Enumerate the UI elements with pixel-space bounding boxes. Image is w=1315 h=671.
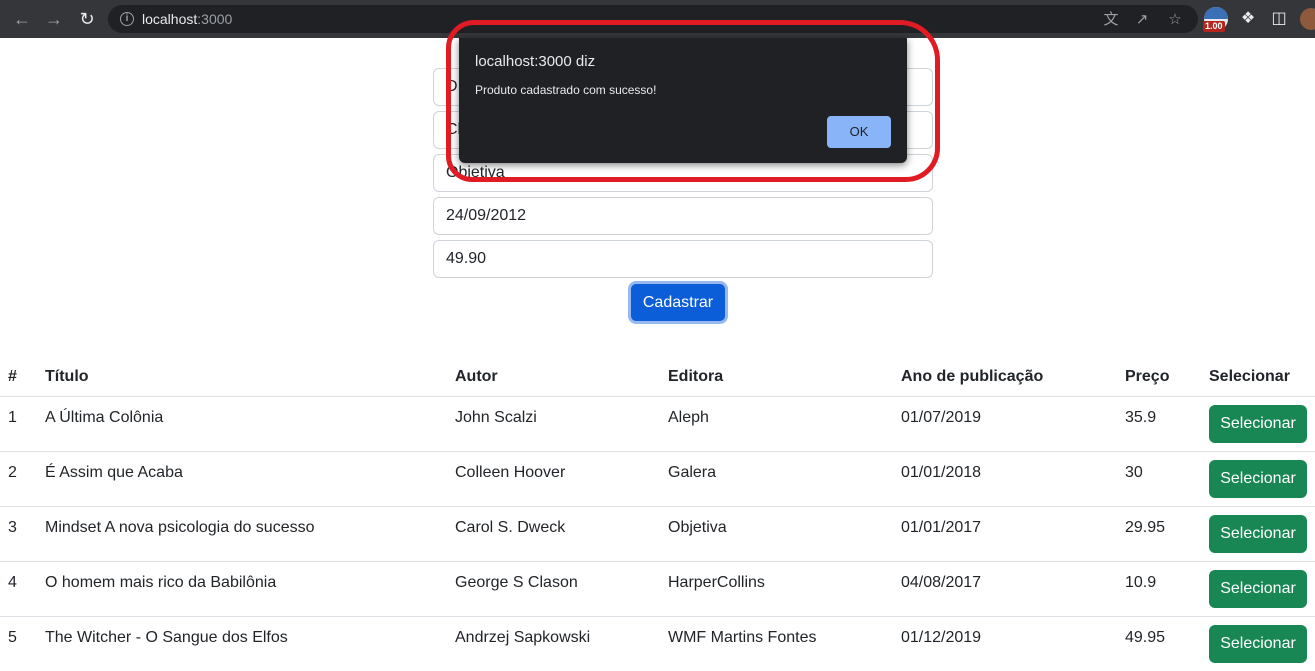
- row-date: 01/07/2019: [901, 409, 982, 426]
- row-price: 35.9: [1125, 409, 1157, 426]
- row-id: 5: [8, 629, 17, 646]
- table-row: 5 The Witcher - O Sangue dos Elfos Andrz…: [0, 616, 1315, 671]
- row-date: 01/01/2017: [901, 519, 982, 536]
- url-text[interactable]: localhost:3000: [142, 11, 232, 27]
- row-price: 30: [1125, 464, 1143, 481]
- row-publisher: HarperCollins: [668, 574, 765, 591]
- select-button[interactable]: Selecionar: [1209, 625, 1307, 663]
- row-title: The Witcher - O Sangue dos Elfos: [45, 629, 288, 646]
- extension-badge: 1.00: [1203, 21, 1225, 32]
- row-title: O homem mais rico da Babilônia: [45, 574, 277, 591]
- header-author: Autor: [455, 368, 498, 385]
- table-row: 3 Mindset A nova psicologia do sucesso C…: [0, 506, 1315, 561]
- select-button[interactable]: Selecionar: [1209, 570, 1307, 608]
- row-date: 01/01/2018: [901, 464, 982, 481]
- translate-icon[interactable]: 文: [1102, 11, 1120, 29]
- row-author: Carol S. Dweck: [455, 519, 566, 536]
- select-button[interactable]: Selecionar: [1209, 460, 1307, 498]
- row-author: Colleen Hoover: [455, 464, 566, 481]
- header-select: Selecionar: [1209, 368, 1290, 385]
- price-input[interactable]: [434, 241, 932, 277]
- header-id: #: [8, 368, 17, 385]
- reload-icon[interactable]: ↻: [76, 8, 98, 30]
- row-author: John Scalzi: [455, 409, 537, 426]
- row-price: 49.95: [1125, 629, 1166, 646]
- alert-dialog: localhost:3000 diz Produto cadastrado co…: [459, 38, 907, 163]
- header-price: Preço: [1125, 368, 1170, 385]
- dialog-title: localhost:3000 diz: [475, 53, 596, 70]
- row-id: 4: [8, 574, 17, 591]
- forward-icon[interactable]: →: [43, 8, 65, 30]
- price-input-field[interactable]: [433, 240, 933, 278]
- dialog-message: Produto cadastrado com sucesso!: [475, 83, 657, 97]
- row-publisher: WMF Martins Fontes: [668, 629, 817, 646]
- side-panel-icon[interactable]: ◫: [1269, 9, 1289, 29]
- row-id: 2: [8, 464, 17, 481]
- table-row: 4 O homem mais rico da Babilônia George …: [0, 561, 1315, 616]
- address-bar[interactable]: i localhost:3000 文 ↗ ☆: [108, 5, 1198, 33]
- row-publisher: Aleph: [668, 409, 709, 426]
- row-price: 29.95: [1125, 519, 1166, 536]
- select-button[interactable]: Selecionar: [1209, 515, 1307, 553]
- date-input-field[interactable]: [433, 197, 933, 235]
- row-id: 3: [8, 519, 17, 536]
- back-icon[interactable]: ←: [11, 8, 33, 30]
- row-price: 10.9: [1125, 574, 1157, 591]
- row-title: A Última Colônia: [45, 409, 164, 426]
- table-row: 1 A Última Colônia John Scalzi Aleph 01/…: [0, 396, 1315, 451]
- row-date: 04/08/2017: [901, 574, 982, 591]
- extensions-puzzle-icon[interactable]: ❖: [1238, 9, 1258, 29]
- bookmark-star-icon[interactable]: ☆: [1166, 11, 1184, 29]
- row-title: É Assim que Acaba: [45, 464, 183, 481]
- url-port: :3000: [197, 11, 233, 27]
- row-author: Andrzej Sapkowski: [455, 629, 591, 646]
- row-author: George S Clason: [455, 574, 578, 591]
- row-date: 01/12/2019: [901, 629, 982, 646]
- row-id: 1: [8, 409, 17, 426]
- row-title: Mindset A nova psicologia do sucesso: [45, 519, 315, 536]
- url-host: localhost: [142, 11, 198, 27]
- row-publisher: Galera: [668, 464, 717, 481]
- profile-avatar[interactable]: [1300, 8, 1315, 30]
- header-year: Ano de publicação: [901, 368, 1044, 385]
- cadastrar-button[interactable]: Cadastrar: [628, 281, 728, 324]
- select-button[interactable]: Selecionar: [1209, 405, 1307, 443]
- table-row: 2 É Assim que Acaba Colleen Hoover Galer…: [0, 451, 1315, 506]
- header-publisher: Editora: [668, 368, 724, 385]
- browser-toolbar: ← → ↻ i localhost:3000 文 ↗ ☆ 1.00 ❖ ◫: [0, 0, 1315, 38]
- row-publisher: Objetiva: [668, 519, 727, 536]
- share-icon[interactable]: ↗: [1133, 11, 1151, 29]
- date-input[interactable]: [434, 198, 932, 234]
- ok-button[interactable]: OK: [827, 116, 891, 148]
- site-info-icon[interactable]: i: [120, 12, 134, 26]
- header-title: Título: [45, 368, 89, 385]
